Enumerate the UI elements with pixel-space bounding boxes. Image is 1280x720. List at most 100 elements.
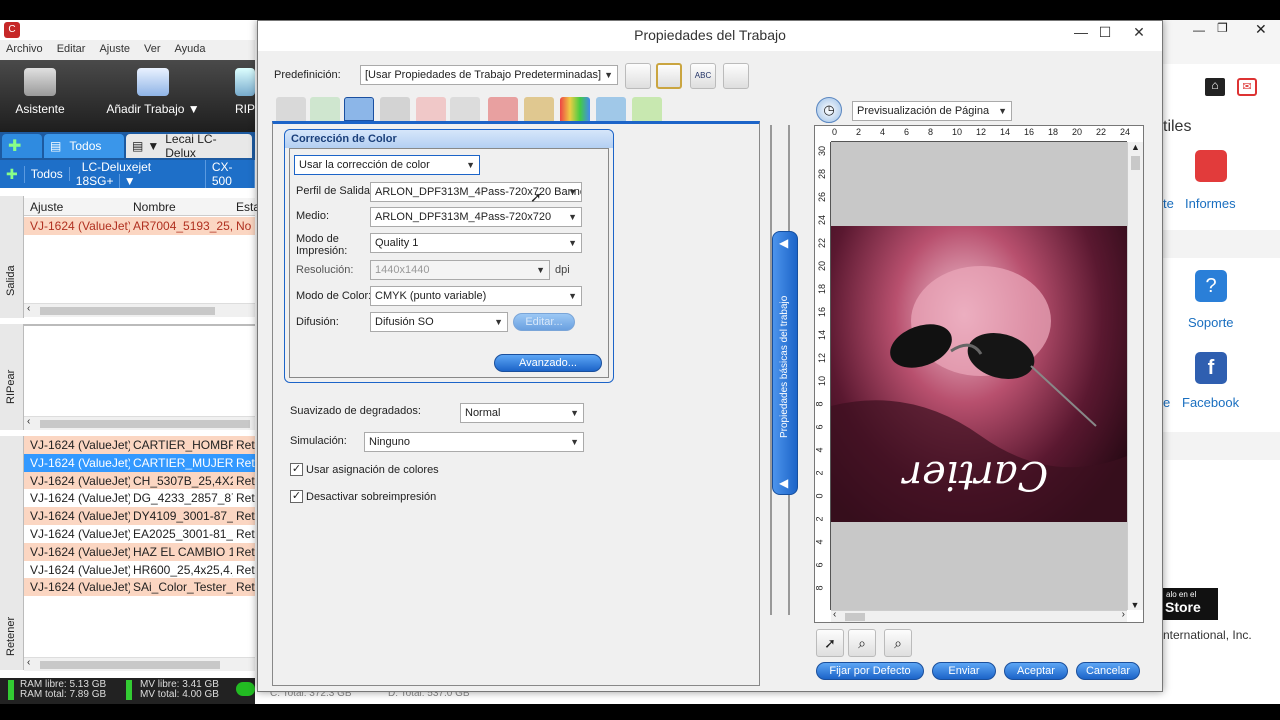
table-row[interactable]: VJ-1624 (ValueJet)DY4109_3001-87_25,Ret bbox=[24, 507, 255, 526]
scroll-thumb[interactable] bbox=[40, 661, 220, 669]
close-icon[interactable]: ✕ bbox=[1124, 21, 1154, 45]
spellcheck-icon[interactable]: ABC bbox=[690, 63, 716, 89]
preview-vscroll[interactable]: ▲ ▼ bbox=[1127, 142, 1143, 610]
table-row[interactable]: VJ-1624 (ValueJet)SAi_Color_Tester_20Ret bbox=[24, 578, 255, 597]
cancel-button[interactable]: Cancelar bbox=[1076, 662, 1140, 680]
chevron-down-icon[interactable]: ▼ bbox=[1128, 600, 1142, 610]
chevron-up-icon[interactable]: ▲ bbox=[1128, 142, 1143, 152]
table-row[interactable]: VJ-1624 (ValueJet)CH_5307B_25,4X25,4Ret bbox=[24, 471, 255, 490]
scroll-thumb[interactable] bbox=[845, 613, 865, 621]
basic-properties-side-tab[interactable]: ◀ Propiedades básicas del trabajo ◀ bbox=[772, 231, 798, 495]
tab-ink-icon[interactable] bbox=[596, 97, 626, 121]
chevron-left-icon[interactable]: ‹ bbox=[27, 657, 30, 668]
chevron-left-icon[interactable]: ‹ bbox=[27, 303, 30, 314]
smoothing-select[interactable]: Normal ▼ bbox=[460, 403, 584, 423]
expand-arrow-icon[interactable]: ◀ bbox=[779, 476, 788, 490]
tab-channels-icon[interactable] bbox=[560, 97, 590, 121]
reports-link[interactable]: Informes bbox=[1185, 196, 1236, 211]
wizard-button[interactable]: Asistente bbox=[10, 68, 70, 116]
filter-all[interactable]: Todos bbox=[25, 167, 70, 181]
menu-archivo[interactable]: Archivo bbox=[6, 43, 43, 57]
collapse-arrow-icon[interactable]: ◀ bbox=[779, 236, 788, 250]
save-as-icon[interactable] bbox=[656, 63, 682, 89]
tab-color-icon[interactable] bbox=[344, 97, 374, 121]
send-button[interactable]: Enviar bbox=[932, 662, 996, 680]
scroll-thumb[interactable] bbox=[40, 420, 250, 428]
scroll-thumb[interactable] bbox=[40, 307, 215, 315]
diffusion-select[interactable]: Difusión SO ▼ bbox=[370, 312, 508, 332]
table-row[interactable]: VJ-1624 (ValueJet)CARTIER_HOMBRE_Ret bbox=[24, 436, 255, 454]
edit-button[interactable]: Editar... bbox=[513, 313, 575, 331]
app-store-badge[interactable]: alo en el Store bbox=[1163, 588, 1218, 620]
zoom-fit-icon[interactable]: ⌕ bbox=[884, 629, 912, 657]
home-icon[interactable]: ⌂ bbox=[1205, 78, 1225, 96]
save-icon[interactable] bbox=[625, 63, 651, 89]
resolution-select[interactable]: 1440x1440 ▼ bbox=[370, 260, 550, 280]
accept-button[interactable]: Aceptar bbox=[1004, 662, 1068, 680]
column-setup[interactable]: Ajuste bbox=[30, 200, 63, 214]
preview-mode-select[interactable]: Previsualización de Página ▼ bbox=[852, 101, 1012, 121]
menu-ver[interactable]: Ver bbox=[144, 43, 161, 57]
table-row[interactable]: VJ-1624 (ValueJet)HR600_25,4x25,4.jpgRet bbox=[24, 560, 255, 579]
preset-select[interactable]: [Usar Propiedades de Trabajo Predetermin… bbox=[360, 65, 618, 85]
menu-ajuste[interactable]: Ajuste bbox=[99, 43, 130, 57]
chevron-left-icon[interactable]: ‹ bbox=[27, 416, 30, 427]
table-row[interactable]: VJ-1624 (ValueJet) AR7004_5193_25,4x2 No bbox=[24, 217, 255, 235]
restore-icon[interactable]: ❐ bbox=[1217, 21, 1228, 35]
maximize-icon[interactable]: ☐ bbox=[1090, 21, 1120, 45]
overprint-checkbox[interactable]: ✓ bbox=[290, 490, 303, 503]
tab-all[interactable]: ▤ Todos bbox=[44, 134, 124, 158]
column-name[interactable]: Nombre bbox=[133, 200, 176, 214]
pointer-tool-icon[interactable]: ➚ bbox=[816, 629, 844, 657]
color-mapping-checkbox[interactable]: ✓ bbox=[290, 463, 303, 476]
zoom-tool-icon[interactable]: ⌕ bbox=[848, 629, 876, 657]
advanced-button[interactable]: Avanzado... bbox=[494, 354, 602, 372]
facebook-icon[interactable]: f bbox=[1195, 352, 1227, 384]
support-link[interactable]: Soporte bbox=[1188, 315, 1234, 330]
tab-marks-icon[interactable] bbox=[450, 97, 480, 121]
color-mode-select[interactable]: CMYK (punto variable) ▼ bbox=[370, 286, 582, 306]
minimize-icon[interactable]: — bbox=[1193, 23, 1205, 37]
delete-icon[interactable] bbox=[723, 63, 749, 89]
facebook-link[interactable]: Facebook bbox=[1182, 395, 1239, 410]
tab-grid-icon[interactable] bbox=[416, 97, 446, 121]
scroll-thumb[interactable] bbox=[1131, 156, 1140, 170]
rip-hscroll[interactable]: ‹ bbox=[24, 416, 255, 430]
facebook-cut-label[interactable]: e bbox=[1163, 395, 1170, 410]
tab-edit-icon[interactable] bbox=[632, 97, 662, 121]
output-profile-select[interactable]: ARLON_DPF313M_4Pass-720x720 Banner ▼ bbox=[370, 182, 582, 202]
clock-icon[interactable]: ◷ bbox=[816, 97, 842, 123]
support-icon[interactable]: ? bbox=[1195, 270, 1227, 302]
menu-ayuda[interactable]: Ayuda bbox=[175, 43, 206, 57]
tab-print-icon[interactable] bbox=[380, 97, 410, 121]
close-icon[interactable]: ✕ bbox=[1255, 21, 1267, 38]
preview-hscroll[interactable]: ‹ › bbox=[831, 609, 1127, 622]
output-hscroll[interactable]: ‹ bbox=[24, 303, 255, 317]
chevron-left-icon[interactable]: ‹ bbox=[833, 609, 836, 620]
print-mode-select[interactable]: Quality 1 ▼ bbox=[370, 233, 582, 253]
rip-button[interactable]: RIP bbox=[230, 68, 260, 116]
menu-editar[interactable]: Editar bbox=[57, 43, 86, 57]
tab-printer[interactable]: ▤ ▼ Lecai LC-Delux bbox=[126, 132, 252, 160]
hold-hscroll[interactable]: ‹ bbox=[24, 657, 255, 671]
add-printer-icon[interactable]: ✚ bbox=[0, 165, 25, 183]
reports-cut-label[interactable]: te bbox=[1163, 196, 1174, 211]
mail-icon[interactable]: ✉ bbox=[1237, 78, 1257, 96]
media-select[interactable]: ARLON_DPF313M_4Pass-720x720 ▼ bbox=[370, 207, 582, 227]
tab-layers-icon[interactable] bbox=[488, 97, 518, 121]
tab-layout-icon[interactable] bbox=[276, 97, 306, 121]
table-row[interactable]: VJ-1624 (ValueJet)HAZ EL CAMBIO 15,Ret bbox=[24, 542, 255, 561]
add-job-button[interactable]: Añadir Trabajo ▼ bbox=[98, 68, 208, 116]
set-default-button[interactable]: Fijar por Defecto bbox=[816, 662, 924, 680]
add-tab-button[interactable]: ✚ bbox=[2, 134, 42, 158]
table-row[interactable]: VJ-1624 (ValueJet)EA2025_3001-81_25,Ret bbox=[24, 525, 255, 543]
filter-printer1[interactable]: LC-Deluxejet 18SG+ ▼ bbox=[70, 160, 206, 188]
simulation-select[interactable]: Ninguno ▼ bbox=[364, 432, 584, 452]
reports-icon[interactable] bbox=[1195, 150, 1227, 182]
table-row[interactable]: VJ-1624 (ValueJet)CARTIER_MUJER_10Ret bbox=[24, 453, 255, 472]
tab-transform-icon[interactable] bbox=[310, 97, 340, 121]
chevron-right-icon[interactable]: › bbox=[1122, 609, 1125, 620]
filter-printer2[interactable]: CX-500 bbox=[206, 160, 255, 188]
table-row[interactable]: VJ-1624 (ValueJet)DG_4233_2857_87_2!Ret bbox=[24, 489, 255, 508]
tab-stack-icon[interactable] bbox=[524, 97, 554, 121]
